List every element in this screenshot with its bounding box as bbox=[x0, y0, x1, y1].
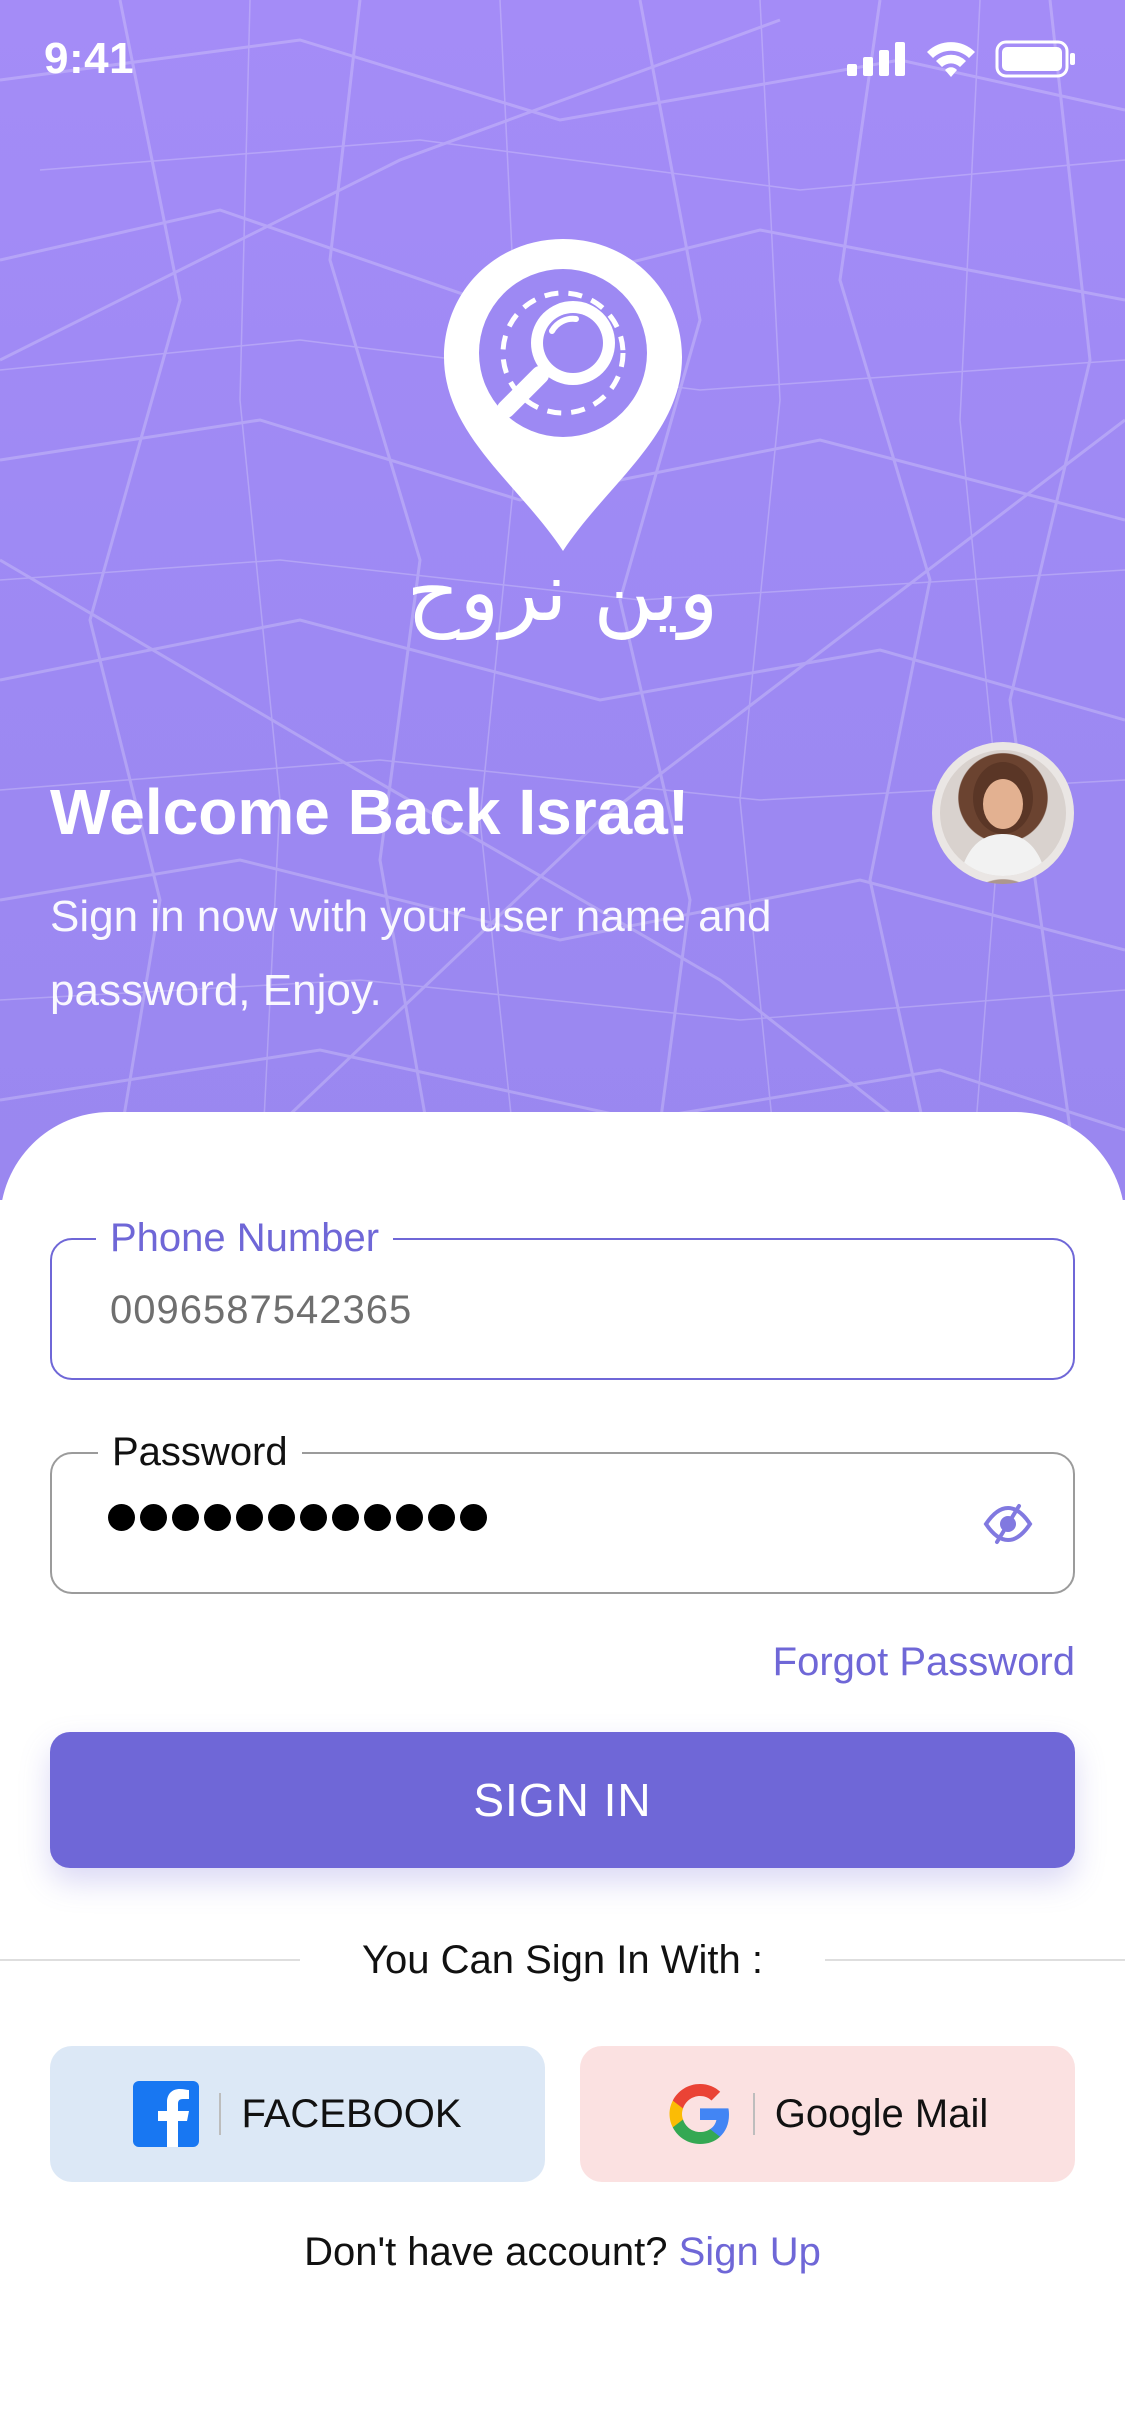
password-label: Password bbox=[98, 1430, 302, 1475]
password-dot bbox=[300, 1504, 327, 1531]
welcome-subtitle-line-2: password, Enjoy. bbox=[50, 966, 382, 1015]
user-photo-icon bbox=[960, 762, 1046, 876]
facebook-label: FACEBOOK bbox=[241, 2091, 462, 2136]
eye-slash-icon[interactable] bbox=[983, 1502, 1033, 1546]
password-input[interactable] bbox=[108, 1504, 487, 1531]
social-divider: You Can Sign In With : bbox=[0, 1930, 1125, 1990]
password-dot bbox=[364, 1504, 391, 1531]
google-icon bbox=[669, 2084, 729, 2144]
phone-number-input[interactable]: 0096587542365 bbox=[110, 1288, 412, 1333]
welcome-subtitle: Sign in now with your user name and pass… bbox=[50, 880, 910, 1028]
password-field[interactable]: Password bbox=[50, 1430, 1075, 1594]
signup-prompt-text: Don't have account? bbox=[304, 2230, 668, 2274]
sign-in-button[interactable]: SIGN IN bbox=[50, 1732, 1075, 1868]
google-separator bbox=[752, 2093, 755, 2135]
password-dot bbox=[268, 1504, 295, 1531]
password-dot bbox=[460, 1504, 487, 1531]
welcome-title: Welcome Back Israa! bbox=[50, 776, 690, 848]
phone-number-label: Phone Number bbox=[96, 1216, 394, 1261]
password-dot bbox=[428, 1504, 455, 1531]
status-icons bbox=[847, 40, 1077, 78]
facebook-sign-in-button[interactable]: FACEBOOK bbox=[50, 2046, 545, 2182]
password-dot bbox=[396, 1504, 423, 1531]
password-dot bbox=[332, 1504, 359, 1531]
phone-number-field[interactable]: Phone Number 0096587542365 bbox=[50, 1216, 1075, 1380]
google-sign-in-button[interactable]: Google Mail bbox=[580, 2046, 1075, 2182]
brand-arabic-name: وين نروح bbox=[406, 545, 719, 640]
wifi-icon bbox=[927, 42, 975, 77]
welcome-subtitle-line-1: Sign in now with your user name and bbox=[50, 892, 772, 941]
battery-icon bbox=[995, 40, 1075, 78]
location-search-logo-icon bbox=[444, 239, 682, 551]
status-time: 9:41 bbox=[44, 34, 135, 83]
signal-icon bbox=[847, 42, 905, 76]
password-dot bbox=[140, 1504, 167, 1531]
divider-line-right bbox=[825, 1959, 1125, 1961]
hero-header: 9:41 وين نروح Welcome Back Israa! Sign i… bbox=[0, 0, 1125, 1200]
signup-prompt: Don't have account? Sign Up bbox=[0, 2230, 1125, 2275]
password-dot bbox=[172, 1504, 199, 1531]
facebook-separator bbox=[219, 2093, 222, 2135]
facebook-icon bbox=[133, 2081, 200, 2147]
google-label: Google Mail bbox=[774, 2091, 989, 2136]
avatar[interactable] bbox=[932, 742, 1074, 884]
password-dot bbox=[204, 1504, 231, 1531]
sign-up-link[interactable]: Sign Up bbox=[679, 2230, 821, 2274]
status-bar: 9:41 bbox=[0, 0, 1125, 120]
password-dot bbox=[108, 1504, 135, 1531]
password-dot bbox=[236, 1504, 263, 1531]
forgot-password-link[interactable]: Forgot Password bbox=[773, 1640, 1075, 1685]
